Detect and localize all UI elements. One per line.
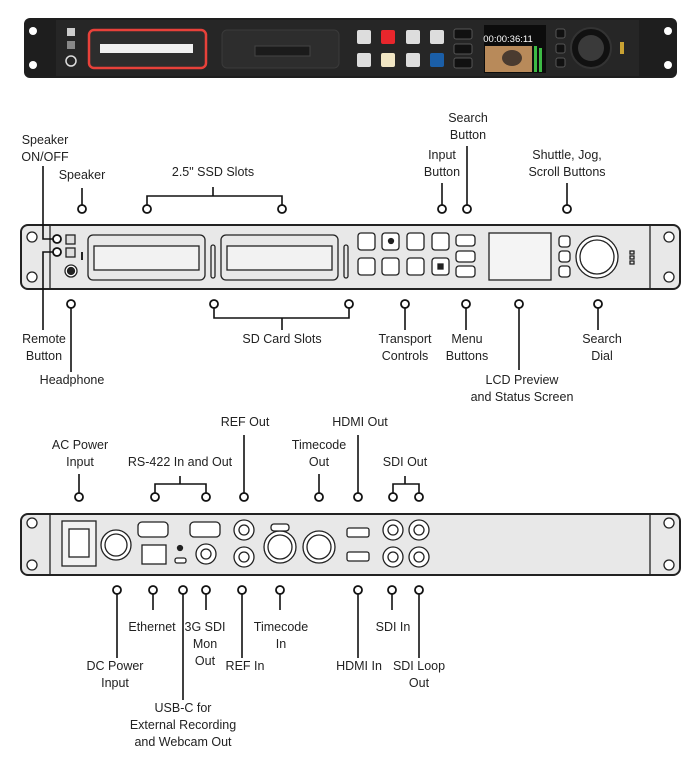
label-line: Buttons (445, 349, 489, 363)
label-sdi-in: SDI In (376, 619, 411, 636)
label-line: SDI Out (382, 455, 428, 469)
label-line: Out (308, 455, 330, 469)
label-line: SDI Loop (392, 659, 446, 673)
label-line: Timecode (291, 438, 347, 452)
label-rs422: RS-422 In and Out (128, 454, 232, 471)
label-line: Timecode (253, 620, 309, 634)
label-line: Input (101, 676, 129, 690)
label-search-button: Search Button (448, 110, 488, 144)
label-line: SD Card Slots (242, 332, 322, 346)
label-sdi-loop-out: SDI Loop Out (393, 658, 445, 692)
label-line: USB-C for (154, 701, 212, 715)
label-input-button: Input Button (424, 147, 460, 181)
label-shuttle-jog-scroll: Shuttle, Jog, Scroll Buttons (528, 147, 605, 181)
label-line: and Webcam Out (134, 735, 232, 749)
label-hdmi-out: HDMI Out (332, 414, 388, 431)
label-line: AC Power (51, 438, 109, 452)
label-line: Transport (378, 332, 432, 346)
label-line: ON/OFF (21, 150, 69, 164)
label-line: DC Power (86, 659, 144, 673)
label-ethernet: Ethernet (128, 619, 175, 636)
front-panel (20, 224, 681, 290)
label-dc-power: DC Power Input (87, 658, 144, 692)
label-line: Speaker (21, 133, 69, 147)
label-line: REF In (225, 659, 265, 673)
label-line: Controls (381, 349, 429, 363)
label-line: Out (194, 654, 216, 668)
lcd-timecode: 00:00:36:11 (483, 34, 532, 45)
label-speaker: Speaker (59, 167, 106, 184)
label-usbc: USB-C for External Recording and Webcam Ou… (130, 700, 236, 751)
label-search-dial: Search Dial (582, 331, 622, 365)
label-line: HDMI Out (332, 415, 388, 429)
label-speaker-onoff: Speaker ON/OFF (21, 132, 68, 166)
label-line: Input (66, 455, 94, 469)
label-line: Scroll Buttons (528, 165, 606, 179)
label-ssd-slots: 2.5" SSD Slots (172, 164, 254, 181)
label-line: SDI In (375, 620, 411, 634)
label-line: Search (582, 332, 622, 346)
label-line: and Status Screen (470, 390, 574, 404)
label-line: Headphone (39, 373, 105, 387)
label-line: 2.5" SSD Slots (171, 165, 255, 179)
label-line: Ethernet (128, 620, 176, 634)
label-line: HDMI In (336, 659, 382, 673)
label-line: REF Out (220, 415, 270, 429)
label-line: Dial (591, 349, 613, 363)
label-line: Speaker (58, 168, 106, 182)
label-line: Mon (192, 637, 218, 651)
label-line: Menu (451, 332, 483, 346)
label-lcd-preview: LCD Preview and Status Screen (471, 372, 574, 406)
label-remote-button: Remote Button (22, 331, 66, 365)
label-line: Input (428, 148, 456, 162)
label-transport-controls: Transport Controls (378, 331, 431, 365)
label-timecode-out: Timecode Out (292, 437, 346, 471)
label-timecode-in: Timecode In (254, 619, 308, 653)
label-line: 3G SDI (184, 620, 226, 634)
label-line: Button (423, 165, 461, 179)
label-ac-power: AC Power Input (52, 437, 108, 471)
diagram-art: 00:00:36:11 (20, 18, 681, 700)
label-line: Remote (22, 332, 66, 346)
label-headphone: Headphone (40, 372, 105, 389)
rear-panel (20, 513, 681, 576)
label-line: RS-422 In and Out (127, 455, 233, 469)
label-line: External Recording (129, 718, 237, 732)
device-photo: 00:00:36:11 (24, 18, 677, 78)
label-line: Button (25, 349, 63, 363)
label-line: In (275, 637, 287, 651)
label-sd-card-slots: SD Card Slots (242, 331, 321, 348)
label-sdi-mon-out: 3G SDI Mon Out (185, 619, 226, 670)
label-line: Search (448, 111, 488, 125)
label-menu-buttons: Menu Buttons (446, 331, 488, 365)
label-ref-in: REF In (226, 658, 265, 675)
label-line: Out (408, 676, 430, 690)
label-ref-out: REF Out (221, 414, 270, 431)
label-line: Button (449, 128, 487, 142)
label-sdi-out: SDI Out (383, 454, 427, 471)
label-line: Shuttle, Jog, (532, 148, 602, 162)
label-hdmi-in: HDMI In (336, 658, 382, 675)
label-line: LCD Preview (485, 373, 559, 387)
